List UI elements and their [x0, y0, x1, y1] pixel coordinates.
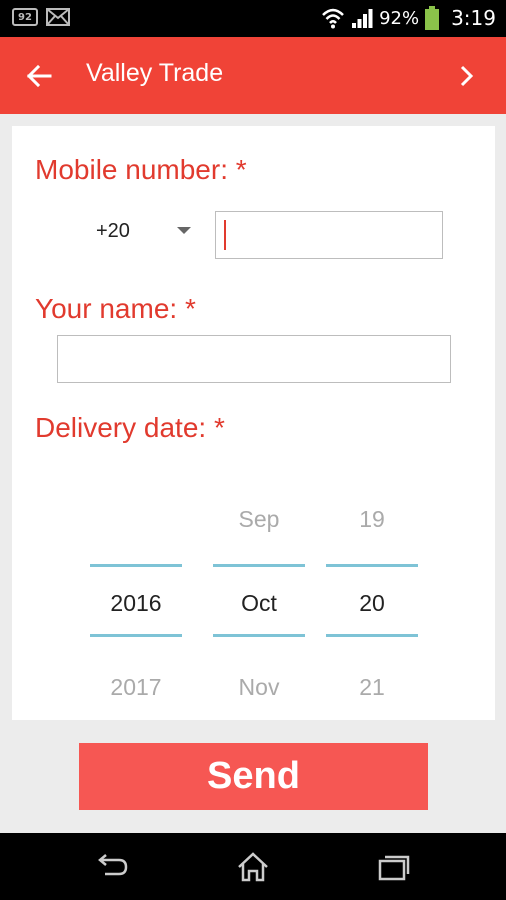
picker-divider: [90, 564, 182, 567]
signal-icon: [352, 9, 373, 28]
text-cursor: [224, 220, 226, 250]
picker-divider: [326, 564, 418, 567]
month-next[interactable]: Nov: [213, 674, 305, 701]
picker-divider: [213, 634, 305, 637]
back-icon[interactable]: [95, 851, 131, 883]
picker-divider: [90, 634, 182, 637]
picker-divider: [326, 634, 418, 637]
day-picker[interactable]: 19 20 21: [326, 496, 418, 700]
country-code-select[interactable]: +20: [96, 220, 130, 243]
send-button[interactable]: Send: [79, 743, 428, 810]
order-form-card: Mobile number: * +20 Your name: * Delive…: [12, 126, 495, 720]
delivery-date-label: Delivery date: *: [35, 412, 225, 443]
day-next[interactable]: 21: [326, 674, 418, 701]
year-selected[interactable]: 2016: [90, 590, 182, 617]
your-name-label: Your name: *: [35, 293, 196, 324]
chevron-right-icon[interactable]: [454, 61, 480, 91]
status-bar: 92 92% 3:19: [0, 0, 506, 37]
year-picker[interactable]: 2016 2017: [90, 496, 182, 700]
month-picker[interactable]: Sep Oct Nov: [213, 496, 305, 700]
recent-apps-icon[interactable]: [376, 851, 412, 883]
mobile-number-input[interactable]: [215, 211, 443, 259]
back-arrow-icon[interactable]: [24, 61, 54, 91]
day-prev[interactable]: 19: [326, 506, 418, 533]
mobile-number-label: Mobile number: *: [35, 154, 247, 185]
month-prev[interactable]: Sep: [213, 506, 305, 533]
battery-percent: 92%: [379, 7, 420, 29]
home-icon[interactable]: [235, 851, 271, 883]
battery-icon: [425, 6, 440, 30]
system-nav-bar: [0, 833, 506, 900]
year-next[interactable]: 2017: [90, 674, 182, 701]
notification-badge-icon: 92: [12, 8, 38, 26]
month-selected[interactable]: Oct: [213, 590, 305, 617]
mail-icon: [46, 8, 70, 26]
picker-divider: [213, 564, 305, 567]
name-input[interactable]: [57, 335, 451, 383]
wifi-icon: [322, 8, 344, 29]
app-title: Valley Trade: [86, 59, 224, 87]
clock: 3:19: [451, 6, 496, 30]
dropdown-caret-icon[interactable]: [177, 227, 191, 234]
day-selected[interactable]: 20: [326, 590, 418, 617]
app-bar: Valley Trade: [0, 37, 506, 114]
